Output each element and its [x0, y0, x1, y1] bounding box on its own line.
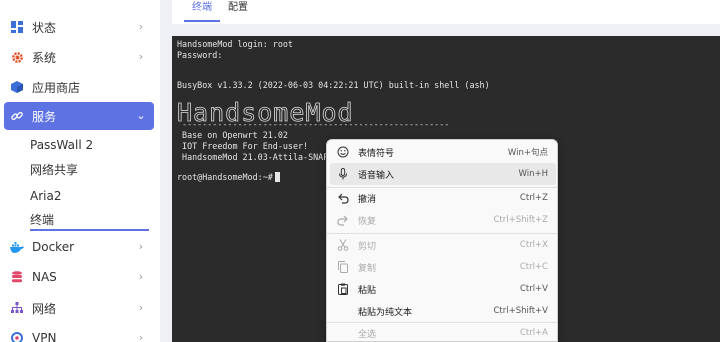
- menu-item-shortcut: Ctrl+C: [519, 262, 548, 272]
- terminal-line: BusyBox v1.33.2 (2022-06-03 04:22:21 UTC…: [177, 80, 490, 90]
- undo-icon: [336, 191, 350, 205]
- sidebar-item-vpn[interactable]: VPN ›: [4, 324, 154, 342]
- sidebar-item-nas[interactable]: NAS ›: [4, 263, 154, 291]
- sub-item-network-share[interactable]: 网络共享: [30, 159, 150, 181]
- menu-item-shortcut: Ctrl+A: [519, 328, 548, 338]
- terminal-line: HandsomeMod 21.03-Attila-SNAPSHOT: [177, 152, 349, 162]
- sidebar-item-label: NAS: [32, 270, 57, 284]
- chevron-right-icon: ›: [138, 331, 144, 342]
- menu-item-label: 表情符号: [358, 148, 395, 159]
- chevron-down-icon: ⌄: [136, 109, 146, 122]
- chevron-right-icon: ›: [138, 301, 144, 314]
- menu-item-undo[interactable]: 撤消 Ctrl+Z: [330, 187, 556, 209]
- menu-item-emoji[interactable]: 表情符号 Win+句点: [330, 141, 556, 163]
- copy-icon: [336, 260, 350, 274]
- network-icon: [10, 301, 24, 315]
- menu-item-shortcut: Ctrl+X: [519, 240, 548, 250]
- vpn-icon: [10, 331, 24, 342]
- menu-item-voice-input[interactable]: 语音输入 Win+H: [330, 163, 556, 185]
- terminal-line: IOT Freedom For End-user!: [177, 141, 309, 151]
- scissors-icon: [336, 238, 350, 252]
- sidebar-item-label: VPN: [32, 331, 57, 342]
- dashboard-icon: [10, 20, 24, 34]
- sub-item-passwall[interactable]: PassWall 2: [30, 134, 150, 156]
- tab-bar: 终端 配置: [172, 0, 720, 24]
- menu-item-label: 语音输入: [358, 170, 395, 181]
- sidebar-item-label: 网络: [32, 301, 57, 316]
- menu-item-label: 粘贴为纯文本: [358, 307, 413, 318]
- menu-item-label: 恢复: [358, 216, 377, 227]
- tab-terminal[interactable]: 终端: [184, 0, 220, 22]
- sidebar-item-status[interactable]: 状态 ›: [4, 13, 154, 41]
- sub-item-terminal[interactable]: 终端: [30, 209, 149, 231]
- menu-item-cut: 剪切 Ctrl+X: [330, 234, 556, 256]
- docker-icon: [10, 240, 24, 254]
- sidebar-item-label: 服务: [32, 109, 57, 124]
- cube-icon: [10, 80, 24, 94]
- sidebar-item-label: 系统: [32, 50, 57, 65]
- menu-item-shortcut: Ctrl+V: [519, 284, 548, 294]
- menu-item-shortcut: Ctrl+Shift+Z: [493, 215, 548, 225]
- menu-item-shortcut: Win+H: [518, 169, 548, 179]
- menu-item-label: 复制: [358, 263, 377, 274]
- menu-item-paste[interactable]: 粘贴 Ctrl+V: [330, 278, 556, 300]
- menu-item-select-all: 全选 Ctrl+A: [330, 322, 556, 341]
- sidebar-item-services[interactable]: 服务 ⌄: [4, 102, 154, 130]
- tab-config[interactable]: 配置: [220, 0, 256, 22]
- terminal-divider: ----------------------------------------…: [177, 119, 450, 129]
- menu-item-shortcut: Ctrl+Z: [519, 193, 548, 203]
- chevron-right-icon: ›: [138, 50, 144, 63]
- menu-item-label: 撤消: [358, 194, 377, 205]
- sidebar-item-system[interactable]: 系统 ›: [4, 43, 154, 71]
- database-icon: [10, 270, 24, 284]
- terminal-line: HandsomeMod login: root: [177, 39, 293, 49]
- menu-item-copy: 复制 Ctrl+C: [330, 256, 556, 278]
- menu-item-shortcut: Win+句点: [507, 148, 548, 158]
- redo-icon: [336, 213, 350, 227]
- sidebar-item-label: Docker: [32, 240, 75, 254]
- context-menu: 表情符号 Win+句点 语音输入 Win+H 撤消 Ctrl+Z 恢复 Ctrl…: [326, 139, 558, 342]
- sidebar-item-label: 状态: [32, 20, 57, 35]
- menu-item-redo: 恢复 Ctrl+Shift+Z: [330, 209, 556, 231]
- menu-item-label: 粘贴: [358, 285, 377, 296]
- menu-item-paste-plain-text[interactable]: 粘贴为纯文本 Ctrl+Shift+V: [330, 300, 556, 322]
- menu-item-shortcut: Ctrl+Shift+V: [493, 306, 548, 316]
- sidebar: 状态 › 系统 › 应用商店 服务 ⌄ PassWall 2 网络共享 Aria…: [0, 0, 160, 342]
- chevron-right-icon: ›: [138, 20, 144, 33]
- prompt-text: root@HandsomeMod:~#: [177, 172, 273, 182]
- gear-icon: [10, 50, 24, 64]
- link-icon: [10, 109, 24, 123]
- microphone-icon: [336, 167, 350, 181]
- chevron-right-icon: ›: [138, 270, 144, 283]
- terminal-cursor: [274, 172, 280, 182]
- sub-item-aria2[interactable]: Aria2: [30, 185, 150, 207]
- terminal-line: Password:: [177, 50, 223, 60]
- sidebar-item-app-store[interactable]: 应用商店: [4, 73, 154, 101]
- sidebar-item-network[interactable]: 网络 ›: [4, 294, 154, 322]
- sidebar-item-label: 应用商店: [32, 80, 81, 95]
- emoji-icon: [336, 145, 350, 159]
- sidebar-item-docker[interactable]: Docker ›: [4, 233, 154, 261]
- menu-item-label: 全选: [358, 329, 377, 340]
- terminal-prompt: root@HandsomeMod:~#: [177, 172, 280, 182]
- chevron-right-icon: ›: [138, 240, 144, 253]
- terminal-line: Base on Openwrt 21.02: [177, 130, 288, 140]
- menu-item-label: 剪切: [358, 241, 377, 252]
- paste-icon: [336, 282, 350, 296]
